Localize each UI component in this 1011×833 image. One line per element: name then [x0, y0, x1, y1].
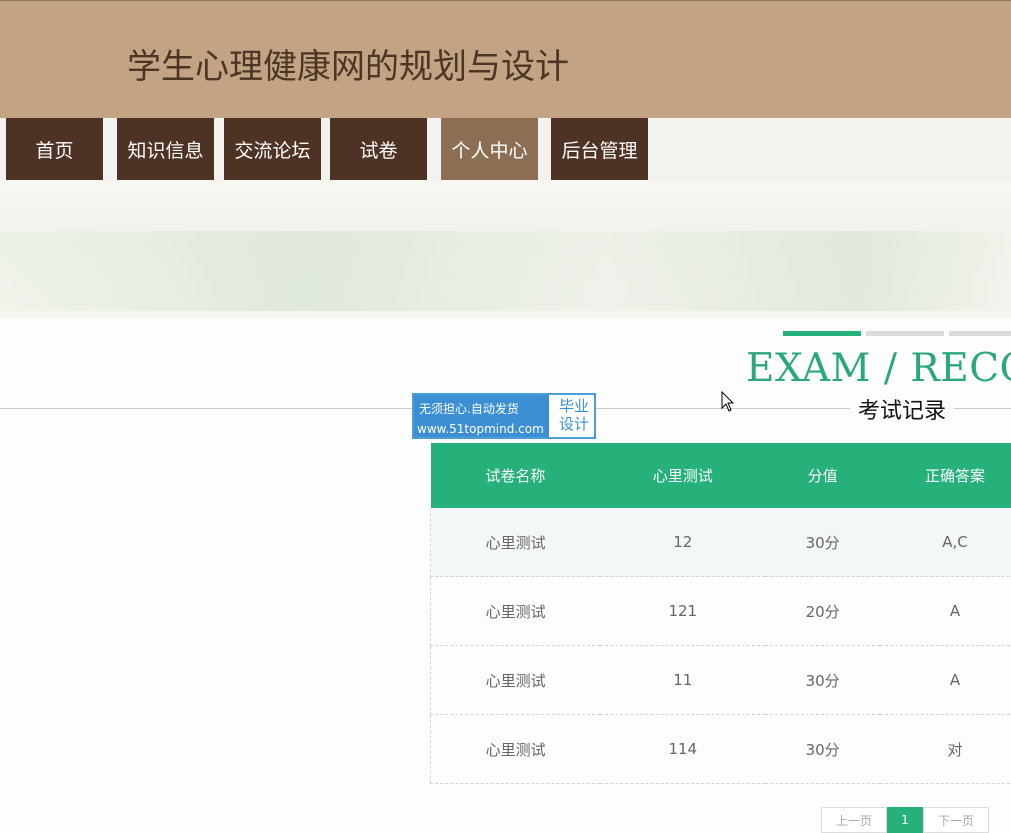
nav-item-home[interactable]: 首页 [6, 118, 103, 180]
tab-indicator [949, 331, 1011, 336]
table-row: 心里测试 11 30分 A [430, 645, 1011, 715]
table-cell: 心里测试 [430, 508, 601, 577]
table-cell: 对 [880, 714, 1011, 784]
column-header: 心里测试 [600, 443, 766, 508]
table-cell: 心里测试 [430, 576, 601, 646]
table-cell: 30分 [765, 508, 881, 577]
nav-item-exam[interactable]: 试卷 [330, 118, 427, 180]
column-header: 正确答案 [880, 443, 1011, 508]
nav-item-admin[interactable]: 后台管理 [551, 118, 648, 180]
table-cell: 114 [600, 714, 766, 784]
site-title: 学生心理健康网的规划与设计 [127, 47, 569, 87]
table-cell: A [880, 576, 1011, 646]
section-title-en: EXAM / RECO [746, 346, 1011, 391]
table-cell: 20分 [765, 576, 881, 646]
table-cell: 11 [600, 645, 766, 715]
prev-page-button[interactable]: 上一页 [821, 807, 887, 833]
mouse-pointer-icon [721, 390, 735, 417]
badge-slogan: 无须担心.自动发货 [419, 402, 519, 416]
table-row: 心里测试 121 20分 A [430, 576, 1011, 646]
badge-text: 毕业 [558, 397, 589, 415]
column-header: 分值 [765, 443, 881, 508]
badge-right-panel: 毕业 设计 [554, 397, 594, 433]
badge-left-panel: 无须担心.自动发货 www.51topmind.com [414, 395, 549, 437]
page-1-button[interactable]: 1 [887, 807, 923, 833]
tab-indicator [866, 331, 944, 336]
table-row: 心里测试 12 30分 A,C [430, 508, 1011, 577]
table-cell: A [880, 645, 1011, 715]
column-header: 试卷名称 [430, 443, 601, 508]
nav-item-knowledge[interactable]: 知识信息 [117, 118, 214, 180]
exam-records-table: 试卷名称 心里测试 分值 正确答案 心里测试 12 30分 A,C 心里测试 1… [430, 443, 1011, 784]
section-title-cn: 考试记录 [850, 393, 955, 425]
table-header-row: 试卷名称 心里测试 分值 正确答案 [430, 443, 1011, 508]
table-cell: 30分 [765, 645, 881, 715]
banner-image [0, 181, 1011, 318]
tab-indicator-active [783, 331, 861, 336]
site-header: 学生心理健康网的规划与设计 [0, 0, 1011, 118]
table-cell: A,C [880, 508, 1011, 577]
table-cell: 心里测试 [430, 645, 601, 715]
banner-mist [0, 231, 1011, 311]
table-row: 心里测试 114 30分 对 [430, 714, 1011, 784]
table-cell: 12 [600, 508, 766, 577]
table-cell: 121 [600, 576, 766, 646]
table-cell: 心里测试 [430, 714, 601, 784]
nav-item-forum[interactable]: 交流论坛 [224, 118, 321, 180]
table-cell: 30分 [765, 714, 881, 784]
watermark-badge: 无须担心.自动发货 www.51topmind.com 毕业 设计 [412, 393, 596, 439]
main-nav: 首页 知识信息 交流论坛 试卷 个人中心 后台管理 [0, 118, 1011, 181]
next-page-button[interactable]: 下一页 [923, 807, 989, 833]
badge-text: 设计 [558, 415, 589, 433]
badge-url: www.51topmind.com [417, 422, 544, 436]
nav-item-personal-center[interactable]: 个人中心 [441, 118, 538, 180]
